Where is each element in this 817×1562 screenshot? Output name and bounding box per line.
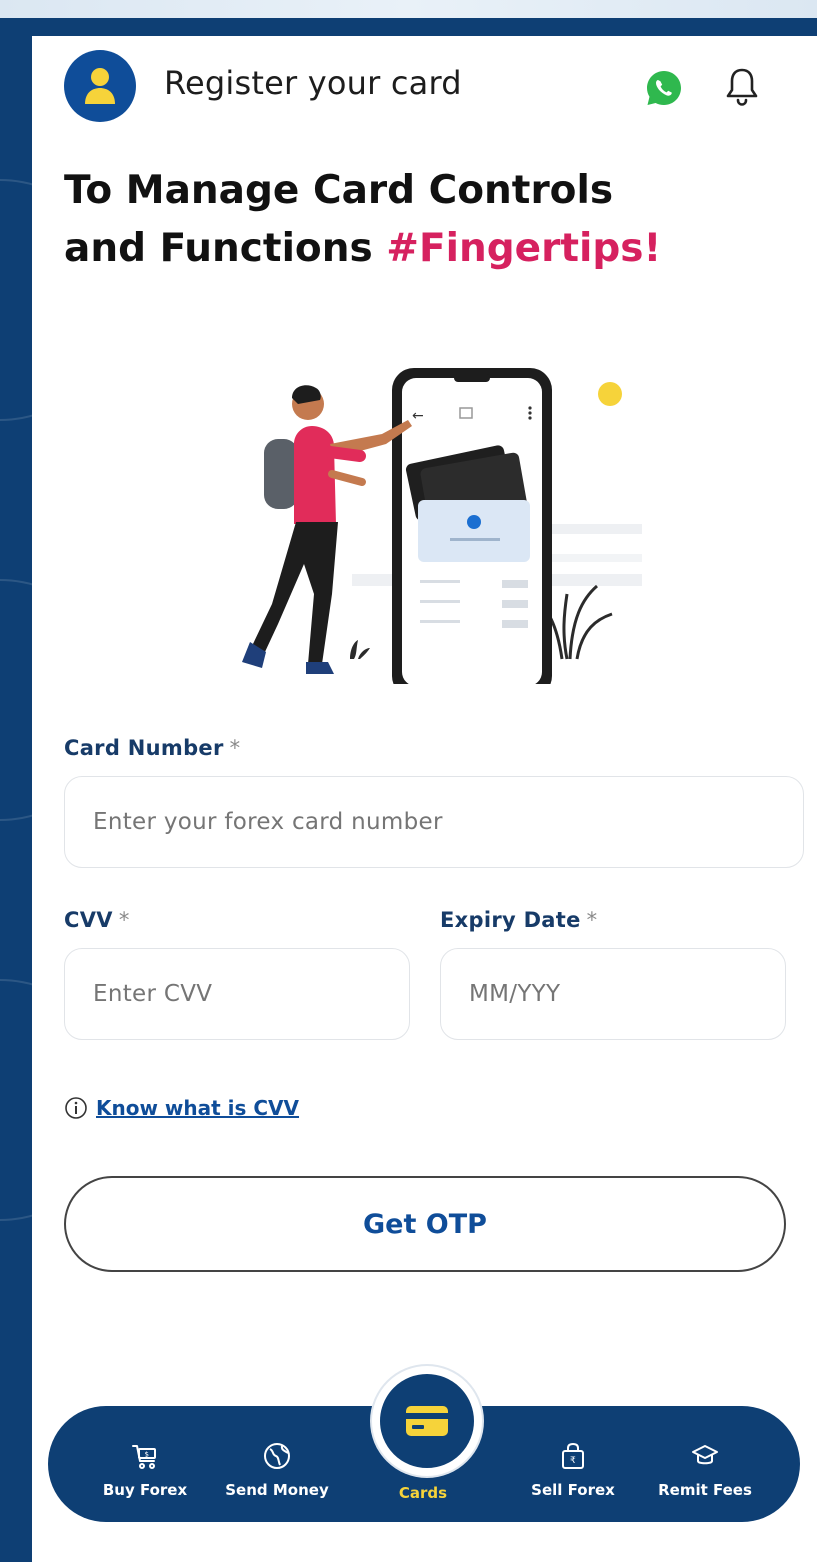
headline-line2: and Functions #Fingertips! [64, 220, 804, 278]
bag-icon: ₹ [562, 1442, 584, 1469]
nav-label-remit-fees: Remit Fees [658, 1481, 752, 1499]
card-number-label: Card Number * [64, 736, 240, 760]
nav-label-buy-forex: Buy Forex [102, 1481, 188, 1499]
nav-item-buy-forex[interactable]: $ Buy Forex [90, 1406, 200, 1522]
know-what-is-cvv-link[interactable]: Know what is CVV [96, 1096, 299, 1120]
cards-fab-button[interactable] [372, 1366, 482, 1476]
svg-text:₹: ₹ [570, 1456, 576, 1466]
cvv-label: CVV * [64, 908, 130, 932]
cvv-input[interactable] [64, 948, 410, 1040]
expiry-date-input[interactable] [440, 948, 786, 1040]
card-icon [406, 1406, 448, 1436]
profile-avatar[interactable] [64, 50, 136, 122]
headline: To Manage Card Controls and Functions #F… [64, 162, 804, 278]
cart-icon: $ [132, 1445, 156, 1469]
nav-label-send-money: Send Money [225, 1481, 329, 1499]
get-otp-button[interactable]: Get OTP [64, 1176, 786, 1272]
svg-text:←: ← [412, 408, 424, 424]
svg-text:$: $ [145, 1451, 149, 1459]
headline-line2-prefix: and Functions [64, 226, 387, 271]
required-mark: * [229, 736, 241, 760]
headline-highlight: #Fingertips! [386, 226, 662, 271]
cvv-label-text: CVV [64, 908, 113, 932]
bell-icon[interactable] [722, 66, 762, 108]
required-mark: * [586, 908, 598, 932]
expiry-date-label: Expiry Date * [440, 908, 597, 932]
page-title: Register your card [164, 64, 462, 102]
headline-line1: To Manage Card Controls [64, 168, 614, 213]
cvv-help: Know what is CVV [64, 1096, 299, 1120]
user-avatar-icon [85, 68, 115, 104]
card-number-input[interactable] [64, 776, 804, 868]
nav-item-remit-fees[interactable]: Remit Fees [640, 1406, 770, 1522]
globe-icon [264, 1443, 290, 1469]
whatsapp-icon[interactable] [644, 68, 684, 108]
required-mark: * [118, 908, 130, 932]
app-screen: Register your card To Manage Card Contro… [32, 36, 817, 1562]
card-illustration: ← [242, 368, 642, 684]
card-number-label-text: Card Number [64, 736, 224, 760]
nav-item-sell-forex[interactable]: ₹ Sell Forex [518, 1406, 628, 1522]
graduation-cap-icon [692, 1445, 718, 1465]
nav-label-sell-forex: Sell Forex [531, 1481, 615, 1499]
expiry-date-label-text: Expiry Date [440, 908, 581, 932]
nav-item-send-money[interactable]: Send Money [212, 1406, 342, 1522]
nav-label-cards: Cards [398, 1484, 448, 1502]
info-icon [65, 1097, 87, 1119]
